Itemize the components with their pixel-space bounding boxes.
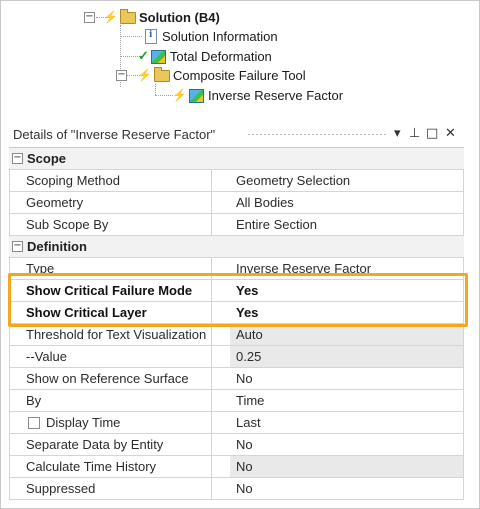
property-row[interactable]: Sub Scope By Entire Section (9, 214, 464, 236)
property-key: Calculate Time History (9, 456, 212, 477)
project-tree: − ⚡ Solution (B4) Solution Information ✓… (0, 0, 480, 118)
property-value[interactable]: Entire Section (230, 214, 464, 235)
property-key: Suppressed (9, 478, 212, 499)
property-row[interactable]: Geometry All Bodies (9, 192, 464, 214)
property-row[interactable]: By Time (9, 390, 464, 412)
property-value[interactable]: All Bodies (230, 192, 464, 213)
property-row[interactable]: Scoping Method Geometry Selection (9, 170, 464, 192)
lightning-icon: ⚡ (137, 68, 152, 82)
tree-item-total-deformation[interactable]: ✓ Total Deformation (138, 47, 272, 65)
close-icon[interactable]: ✕ (445, 126, 456, 141)
drag-grip[interactable] (247, 133, 387, 136)
property-key: Display Time (9, 412, 212, 433)
details-title: Details of "Inverse Reserve Factor" (13, 127, 216, 142)
property-value[interactable]: Auto (230, 324, 464, 345)
property-value[interactable]: Inverse Reserve Factor (230, 258, 464, 279)
property-key: Show Critical Layer (9, 302, 212, 323)
solution-information-icon (142, 29, 158, 44)
category-definition[interactable]: − Definition (9, 236, 464, 258)
total-deformation-icon (150, 49, 166, 64)
property-key: By (9, 390, 212, 411)
maximize-icon[interactable]: □ (426, 126, 438, 141)
property-value[interactable]: Last (230, 412, 464, 433)
property-row[interactable]: Calculate Time History No (9, 456, 464, 478)
category-scope[interactable]: − Scope (9, 148, 464, 170)
property-value[interactable]: No (230, 368, 464, 389)
lightning-icon: ⚡ (172, 88, 187, 102)
tree-item-solution-information[interactable]: Solution Information (142, 27, 278, 45)
property-key: Scoping Method (9, 170, 212, 191)
property-key: Show Critical Failure Mode (9, 280, 212, 301)
tree-item-composite-failure-tool[interactable]: ⚡ Composite Failure Tool (137, 66, 306, 84)
pin-icon[interactable]: ⊥ (409, 126, 420, 141)
folder-icon (119, 9, 136, 24)
property-row[interactable]: Show on Reference Surface No (9, 368, 464, 390)
property-row[interactable]: Suppressed No (9, 478, 464, 500)
property-key: --Value (9, 346, 212, 367)
tree-item-solution[interactable]: ⚡ Solution (B4) (103, 8, 220, 26)
property-row-show-critical-failure-mode[interactable]: Show Critical Failure Mode Yes (9, 280, 464, 302)
collapse-definition-icon[interactable]: − (12, 241, 23, 252)
property-row[interactable]: --Value 0.25 (9, 346, 464, 368)
property-value[interactable]: 0.25 (230, 346, 464, 367)
property-value[interactable]: No (230, 478, 464, 499)
property-key: Show on Reference Surface (9, 368, 212, 389)
property-row[interactable]: Threshold for Text Visualization Auto (9, 324, 464, 346)
dropdown-icon[interactable]: ▾ (394, 126, 401, 141)
collapse-scope-icon[interactable]: − (12, 153, 23, 164)
lightning-icon: ⚡ (103, 10, 118, 24)
details-grid: − Scope Scoping Method Geometry Selectio… (9, 147, 464, 500)
property-value[interactable]: Yes (230, 302, 464, 323)
check-icon: ✓ (138, 48, 149, 63)
property-key: Geometry (9, 192, 212, 213)
property-row-show-critical-layer[interactable]: Show Critical Layer Yes (9, 302, 464, 324)
property-row-display-time[interactable]: Display Time Last (9, 412, 464, 434)
property-value[interactable]: Time (230, 390, 464, 411)
property-key: Threshold for Text Visualization (9, 324, 212, 345)
tree-item-inverse-reserve-factor[interactable]: ⚡ Inverse Reserve Factor (172, 86, 343, 104)
details-panel-header: Details of "Inverse Reserve Factor" ▾ ⊥ … (9, 124, 471, 144)
property-value[interactable]: No (230, 434, 464, 455)
collapse-solution-icon[interactable]: − (84, 12, 95, 23)
property-value[interactable]: Yes (230, 280, 464, 301)
property-key: Separate Data by Entity (9, 434, 212, 455)
property-key: Sub Scope By (9, 214, 212, 235)
property-value[interactable]: Geometry Selection (230, 170, 464, 191)
property-value[interactable]: No (230, 456, 464, 477)
folder-icon (153, 67, 170, 82)
display-time-checkbox[interactable] (28, 416, 40, 429)
property-row[interactable]: Separate Data by Entity No (9, 434, 464, 456)
collapse-composite-failure-tool-icon[interactable]: − (116, 70, 127, 81)
property-key: Type (9, 258, 212, 279)
result-cube-icon (188, 88, 204, 103)
property-row[interactable]: Type Inverse Reserve Factor (9, 258, 464, 280)
